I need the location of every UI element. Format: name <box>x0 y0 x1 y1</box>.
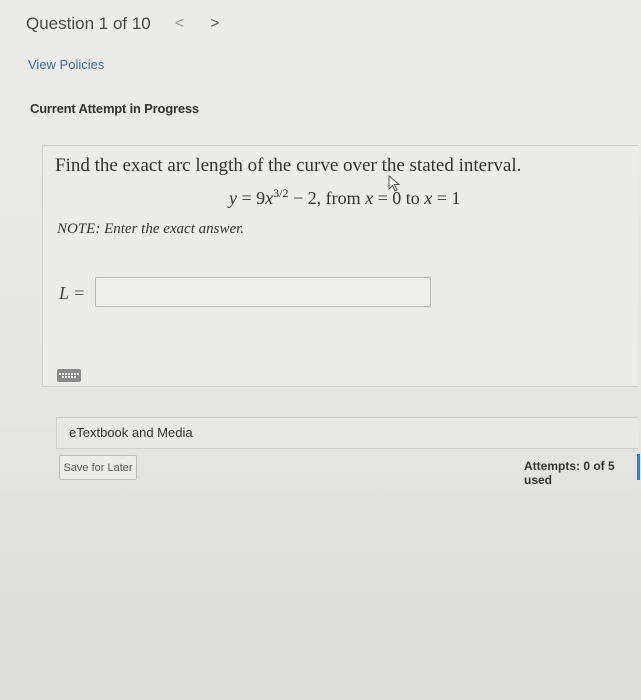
chevron-right-icon[interactable]: > <box>210 15 219 33</box>
answer-note: NOTE: Enter the exact answer. <box>57 221 245 237</box>
curve-equation: y = 9x3/2 − 2, from x = 0 to x = 1 <box>229 186 460 209</box>
eq-lhs: y <box>229 188 237 208</box>
mouse-pointer-icon <box>388 175 401 192</box>
eq-var: x <box>265 188 274 208</box>
etextbook-media-bar[interactable]: eTextbook and Media <box>56 417 638 449</box>
save-for-later-button[interactable]: Save for Later <box>59 455 137 480</box>
view-policies-link[interactable]: View Policies <box>28 57 104 72</box>
attempts-counter: Attempts: 0 of 5 used <box>524 459 615 487</box>
keyboard-icon[interactable] <box>57 369 81 382</box>
eq-to-eq: = 1 <box>432 188 461 208</box>
eq-eq: = 9 <box>237 188 266 208</box>
attempt-status: Current Attempt in Progress <box>30 101 199 116</box>
eq-minus: − 2, from <box>288 188 366 208</box>
eq-from-var: x <box>365 188 374 208</box>
question-card: Find the exact arc length of the curve o… <box>42 145 638 387</box>
answer-label: L = <box>59 283 86 303</box>
question-counter: Question 1 of 10 <box>26 14 151 33</box>
question-nav: Question 1 of 10 < > <box>26 14 219 34</box>
submit-edge-indicator[interactable] <box>637 454 640 480</box>
answer-input[interactable] <box>95 277 431 307</box>
chevron-left-icon[interactable]: < <box>175 15 184 33</box>
etextbook-label: eTextbook and Media <box>69 425 193 440</box>
question-prompt: Find the exact arc length of the curve o… <box>55 155 522 176</box>
question-page: Question 1 of 10 < > View Policies Curre… <box>0 0 641 700</box>
eq-exponent: 3/2 <box>273 186 289 200</box>
